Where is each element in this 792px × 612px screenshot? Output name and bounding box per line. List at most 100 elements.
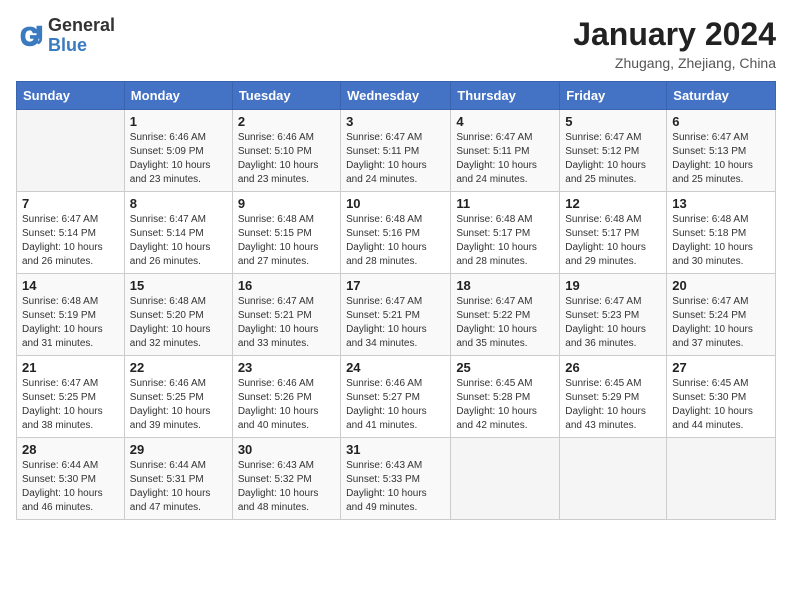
- day-number: 1: [130, 114, 227, 129]
- calendar-body: 1 Sunrise: 6:46 AM Sunset: 5:09 PM Daylig…: [17, 110, 776, 520]
- day-number: 24: [346, 360, 445, 375]
- header: General Blue January 2024 Zhugang, Zheji…: [16, 16, 776, 71]
- day-number: 10: [346, 196, 445, 211]
- week-row-2: 7 Sunrise: 6:47 AM Sunset: 5:14 PM Daylig…: [17, 192, 776, 274]
- day-info: Sunrise: 6:48 AM Sunset: 5:20 PM Dayligh…: [130, 295, 227, 351]
- day-info: Sunrise: 6:47 AM Sunset: 5:14 PM Dayligh…: [130, 213, 227, 269]
- day-info: Sunrise: 6:47 AM Sunset: 5:13 PM Dayligh…: [672, 131, 770, 187]
- day-number: 16: [238, 278, 335, 293]
- month-year-title: January 2024: [573, 16, 776, 53]
- header-row: SundayMondayTuesdayWednesdayThursdayFrid…: [17, 82, 776, 110]
- header-cell-thursday: Thursday: [451, 82, 560, 110]
- day-info: Sunrise: 6:43 AM Sunset: 5:33 PM Dayligh…: [346, 459, 445, 515]
- day-info: Sunrise: 6:46 AM Sunset: 5:09 PM Dayligh…: [130, 131, 227, 187]
- day-cell: 12 Sunrise: 6:48 AM Sunset: 5:17 PM Dayli…: [560, 192, 667, 274]
- day-cell: 10 Sunrise: 6:48 AM Sunset: 5:16 PM Dayli…: [341, 192, 451, 274]
- day-cell: 30Sunrise: 6:43 AM Sunset: 5:32 PM Dayli…: [232, 438, 340, 520]
- day-info: Sunrise: 6:46 AM Sunset: 5:10 PM Dayligh…: [238, 131, 335, 187]
- calendar-header: SundayMondayTuesdayWednesdayThursdayFrid…: [17, 82, 776, 110]
- day-cell: 11Sunrise: 6:48 AM Sunset: 5:17 PM Dayli…: [451, 192, 560, 274]
- day-cell: 20 Sunrise: 6:47 AM Sunset: 5:24 PM Dayli…: [667, 274, 776, 356]
- logo: General Blue: [16, 16, 115, 56]
- day-info: Sunrise: 6:47 AM Sunset: 5:14 PM Dayligh…: [22, 213, 119, 269]
- day-info: Sunrise: 6:48 AM Sunset: 5:17 PM Dayligh…: [565, 213, 661, 269]
- day-info: Sunrise: 6:48 AM Sunset: 5:16 PM Dayligh…: [346, 213, 445, 269]
- day-cell: 14Sunrise: 6:48 AM Sunset: 5:19 PM Dayli…: [17, 274, 125, 356]
- day-number: 28: [22, 442, 119, 457]
- header-cell-saturday: Saturday: [667, 82, 776, 110]
- day-cell: 8 Sunrise: 6:47 AM Sunset: 5:14 PM Daylig…: [124, 192, 232, 274]
- day-cell: 16Sunrise: 6:47 AM Sunset: 5:21 PM Dayli…: [232, 274, 340, 356]
- day-info: Sunrise: 6:45 AM Sunset: 5:30 PM Dayligh…: [672, 377, 770, 433]
- day-cell: 28 Sunrise: 6:44 AM Sunset: 5:30 PM Dayli…: [17, 438, 125, 520]
- day-cell: 15 Sunrise: 6:48 AM Sunset: 5:20 PM Dayli…: [124, 274, 232, 356]
- day-cell: 5Sunrise: 6:47 AM Sunset: 5:12 PM Daylig…: [560, 110, 667, 192]
- day-cell: 18 Sunrise: 6:47 AM Sunset: 5:22 PM Dayli…: [451, 274, 560, 356]
- day-cell: [17, 110, 125, 192]
- day-number: 17: [346, 278, 445, 293]
- week-row-3: 14Sunrise: 6:48 AM Sunset: 5:19 PM Dayli…: [17, 274, 776, 356]
- week-row-1: 1 Sunrise: 6:46 AM Sunset: 5:09 PM Daylig…: [17, 110, 776, 192]
- day-info: Sunrise: 6:47 AM Sunset: 5:25 PM Dayligh…: [22, 377, 119, 433]
- day-number: 20: [672, 278, 770, 293]
- day-info: Sunrise: 6:45 AM Sunset: 5:29 PM Dayligh…: [565, 377, 661, 433]
- day-info: Sunrise: 6:48 AM Sunset: 5:19 PM Dayligh…: [22, 295, 119, 351]
- day-info: Sunrise: 6:47 AM Sunset: 5:11 PM Dayligh…: [456, 131, 554, 187]
- week-row-5: 28 Sunrise: 6:44 AM Sunset: 5:30 PM Dayli…: [17, 438, 776, 520]
- day-cell: 31 Sunrise: 6:43 AM Sunset: 5:33 PM Dayli…: [341, 438, 451, 520]
- day-info: Sunrise: 6:47 AM Sunset: 5:23 PM Dayligh…: [565, 295, 661, 351]
- day-cell: 1 Sunrise: 6:46 AM Sunset: 5:09 PM Daylig…: [124, 110, 232, 192]
- day-info: Sunrise: 6:47 AM Sunset: 5:22 PM Dayligh…: [456, 295, 554, 351]
- header-cell-tuesday: Tuesday: [232, 82, 340, 110]
- day-info: Sunrise: 6:46 AM Sunset: 5:25 PM Dayligh…: [130, 377, 227, 433]
- day-info: Sunrise: 6:47 AM Sunset: 5:11 PM Dayligh…: [346, 131, 445, 187]
- day-number: 31: [346, 442, 445, 457]
- title-block: January 2024 Zhugang, Zhejiang, China: [573, 16, 776, 71]
- day-number: 26: [565, 360, 661, 375]
- day-cell: 6 Sunrise: 6:47 AM Sunset: 5:13 PM Daylig…: [667, 110, 776, 192]
- header-cell-friday: Friday: [560, 82, 667, 110]
- day-number: 2: [238, 114, 335, 129]
- day-cell: 25Sunrise: 6:45 AM Sunset: 5:28 PM Dayli…: [451, 356, 560, 438]
- day-cell: 4Sunrise: 6:47 AM Sunset: 5:11 PM Daylig…: [451, 110, 560, 192]
- day-info: Sunrise: 6:46 AM Sunset: 5:27 PM Dayligh…: [346, 377, 445, 433]
- day-cell: 19 Sunrise: 6:47 AM Sunset: 5:23 PM Dayli…: [560, 274, 667, 356]
- day-cell: 7 Sunrise: 6:47 AM Sunset: 5:14 PM Daylig…: [17, 192, 125, 274]
- day-cell: 29Sunrise: 6:44 AM Sunset: 5:31 PM Dayli…: [124, 438, 232, 520]
- day-number: 6: [672, 114, 770, 129]
- day-info: Sunrise: 6:44 AM Sunset: 5:30 PM Dayligh…: [22, 459, 119, 515]
- calendar-table: SundayMondayTuesdayWednesdayThursdayFrid…: [16, 81, 776, 520]
- day-number: 7: [22, 196, 119, 211]
- day-cell: 22 Sunrise: 6:46 AM Sunset: 5:25 PM Dayli…: [124, 356, 232, 438]
- day-number: 30: [238, 442, 335, 457]
- day-info: Sunrise: 6:48 AM Sunset: 5:17 PM Dayligh…: [456, 213, 554, 269]
- day-cell: [451, 438, 560, 520]
- day-number: 13: [672, 196, 770, 211]
- day-cell: 9 Sunrise: 6:48 AM Sunset: 5:15 PM Daylig…: [232, 192, 340, 274]
- day-info: Sunrise: 6:47 AM Sunset: 5:21 PM Dayligh…: [346, 295, 445, 351]
- logo-text: General Blue: [48, 16, 115, 56]
- location-subtitle: Zhugang, Zhejiang, China: [573, 55, 776, 71]
- day-number: 19: [565, 278, 661, 293]
- day-number: 5: [565, 114, 661, 129]
- day-cell: [560, 438, 667, 520]
- day-info: Sunrise: 6:48 AM Sunset: 5:15 PM Dayligh…: [238, 213, 335, 269]
- day-number: 12: [565, 196, 661, 211]
- day-cell: 26 Sunrise: 6:45 AM Sunset: 5:29 PM Dayli…: [560, 356, 667, 438]
- day-number: 15: [130, 278, 227, 293]
- day-number: 22: [130, 360, 227, 375]
- day-number: 23: [238, 360, 335, 375]
- day-number: 29: [130, 442, 227, 457]
- week-row-4: 21Sunrise: 6:47 AM Sunset: 5:25 PM Dayli…: [17, 356, 776, 438]
- day-number: 9: [238, 196, 335, 211]
- day-info: Sunrise: 6:47 AM Sunset: 5:24 PM Dayligh…: [672, 295, 770, 351]
- day-number: 27: [672, 360, 770, 375]
- header-cell-monday: Monday: [124, 82, 232, 110]
- day-number: 18: [456, 278, 554, 293]
- day-cell: 13Sunrise: 6:48 AM Sunset: 5:18 PM Dayli…: [667, 192, 776, 274]
- day-cell: 17 Sunrise: 6:47 AM Sunset: 5:21 PM Dayli…: [341, 274, 451, 356]
- day-number: 8: [130, 196, 227, 211]
- day-cell: 24 Sunrise: 6:46 AM Sunset: 5:27 PM Dayli…: [341, 356, 451, 438]
- header-cell-wednesday: Wednesday: [341, 82, 451, 110]
- day-cell: 2 Sunrise: 6:46 AM Sunset: 5:10 PM Daylig…: [232, 110, 340, 192]
